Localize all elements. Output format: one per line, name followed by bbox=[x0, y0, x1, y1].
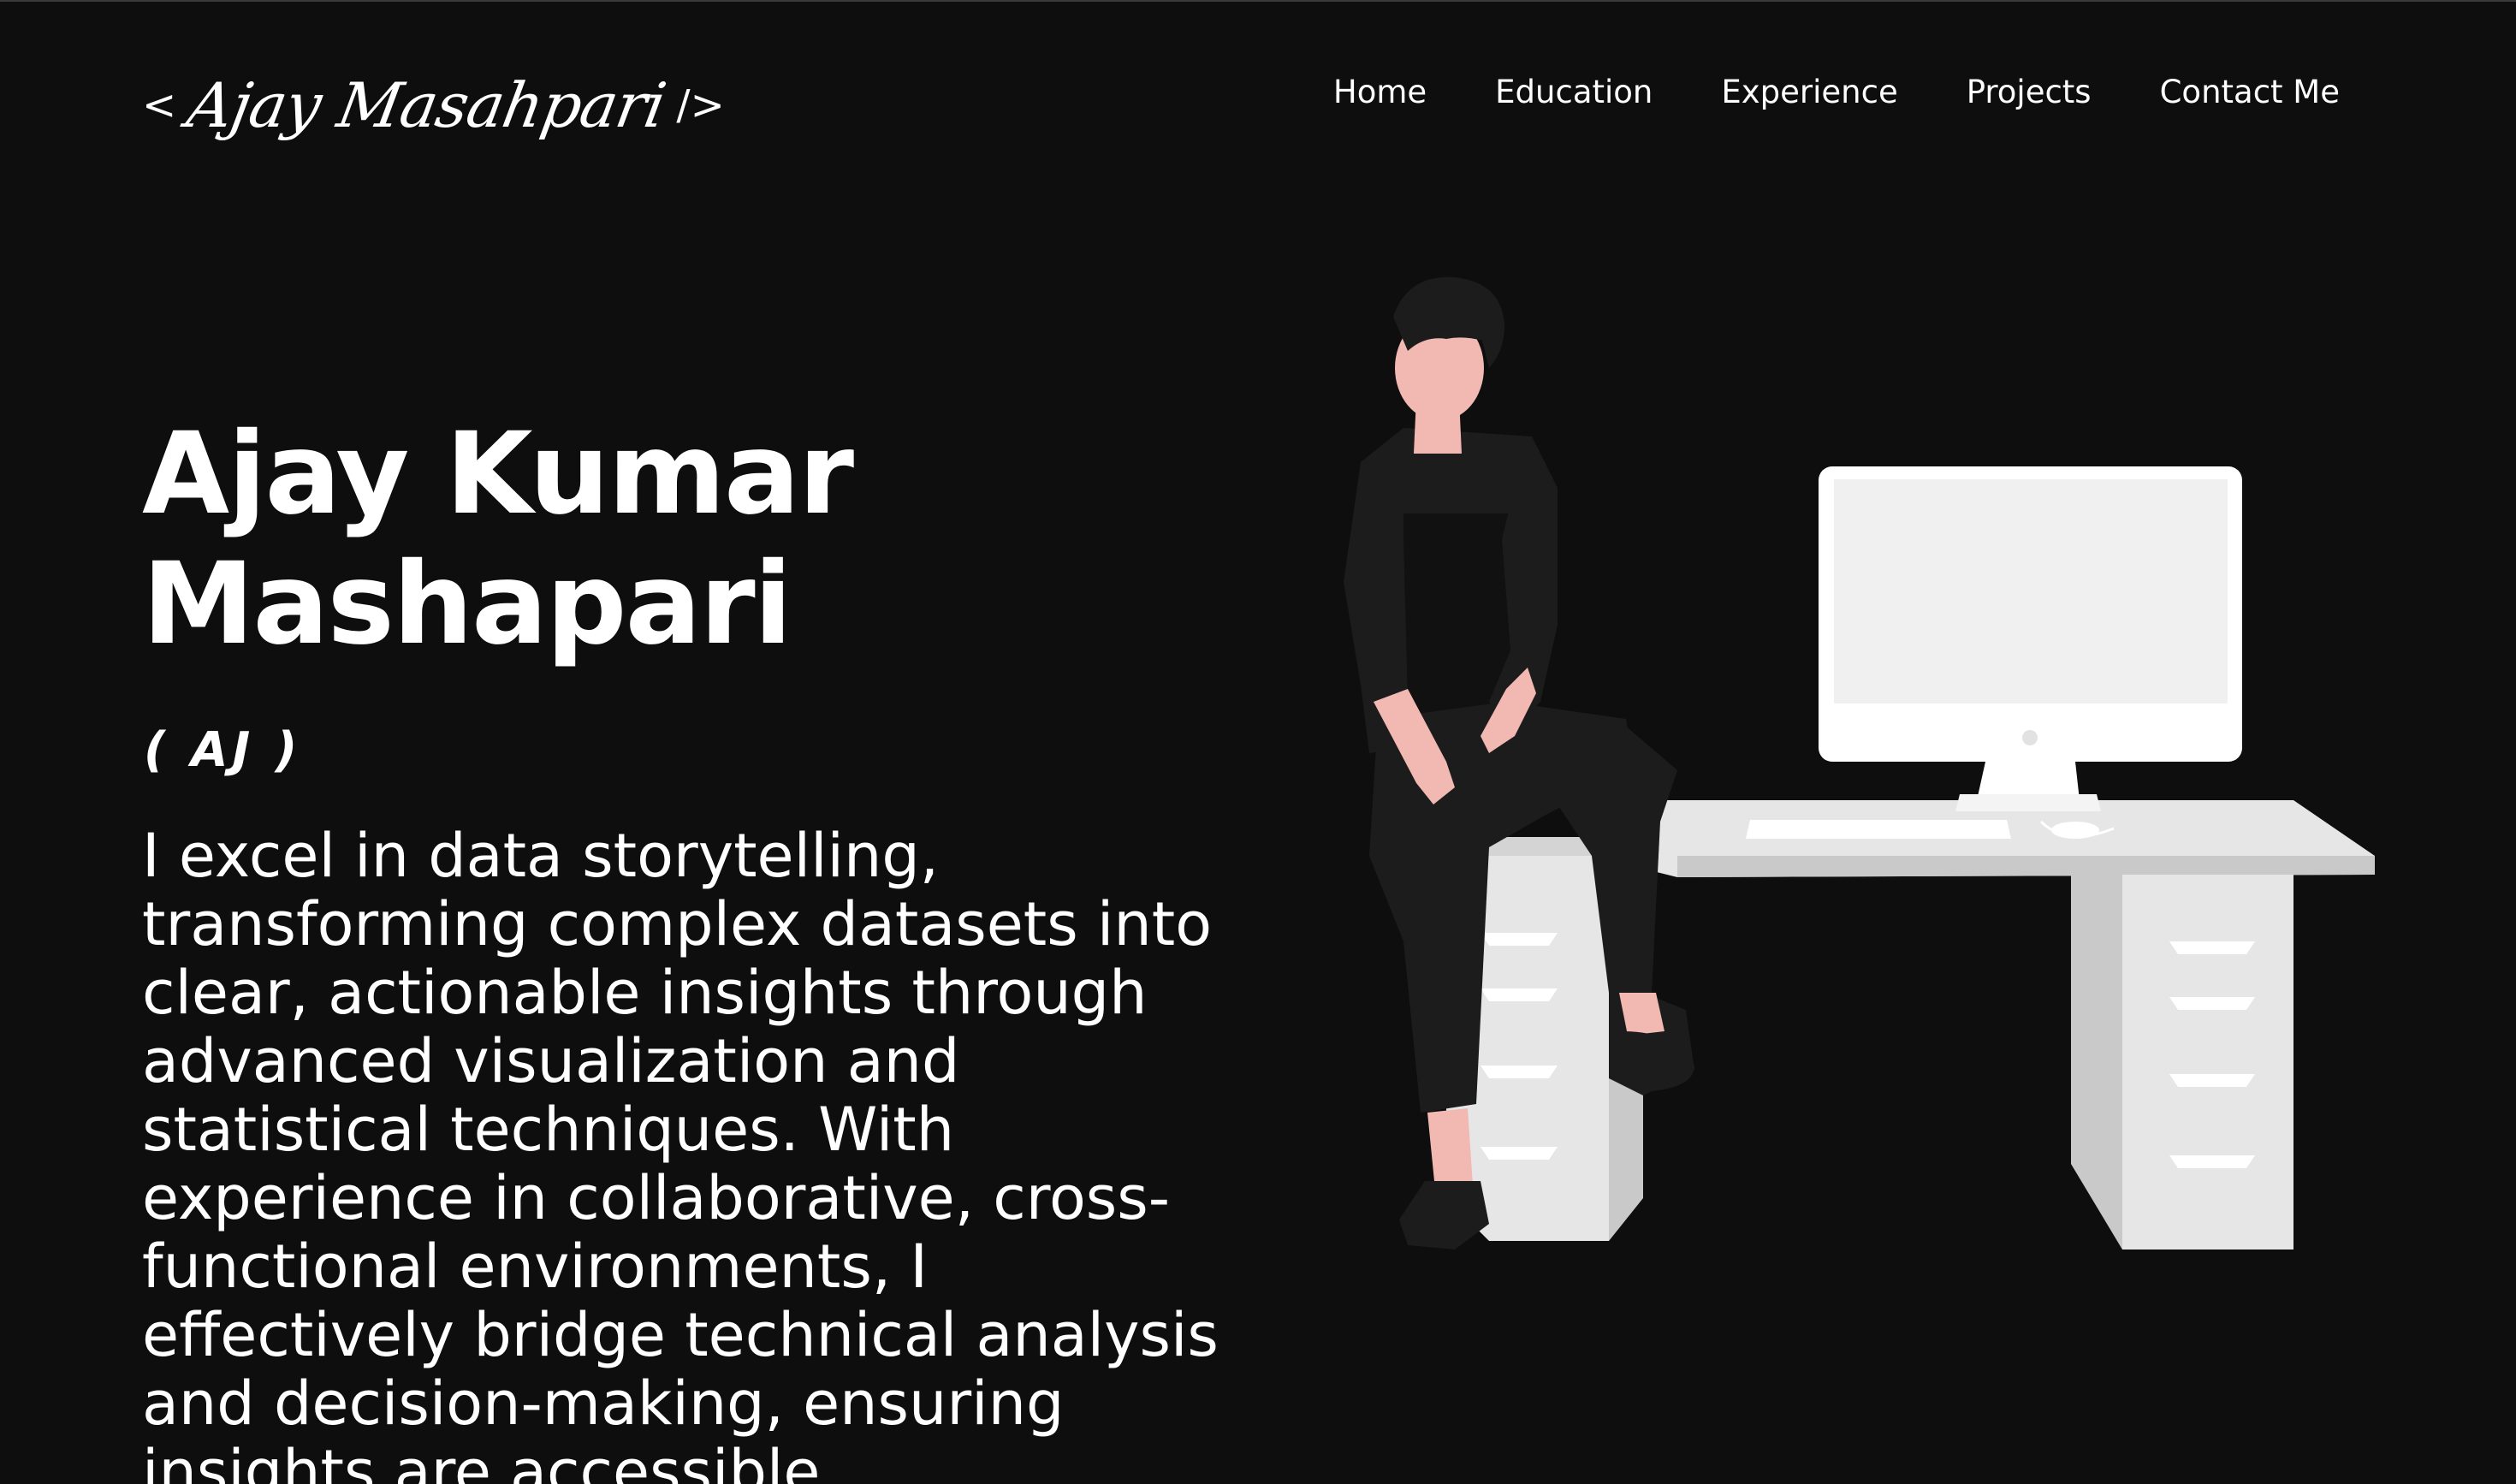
logo-close-bracket: /> bbox=[676, 81, 725, 129]
hero-bio: I excel in data storytelling, transformi… bbox=[142, 821, 1219, 1484]
logo-signature: Ajay Masahpari bbox=[181, 69, 671, 141]
logo-link[interactable]: < Ajay Masahpari /> bbox=[142, 50, 725, 161]
nav-projects[interactable]: Projects bbox=[1967, 67, 2092, 118]
monitor bbox=[1746, 466, 2242, 839]
hero-name-line2: Mashapari bbox=[142, 538, 792, 670]
main-nav: Home Education Experience Projects Conta… bbox=[1333, 67, 2340, 118]
nav-contact-me[interactable]: Contact Me bbox=[2160, 67, 2340, 118]
top-border bbox=[0, 0, 2516, 2]
portfolio-page: < Ajay Masahpari /> Home Education Exper… bbox=[0, 0, 2516, 1484]
nav-home[interactable]: Home bbox=[1333, 67, 1427, 118]
hero-name: Ajay Kumar Mashapari bbox=[142, 409, 1083, 669]
person-at-desk-illustration bbox=[1344, 276, 2375, 1250]
nav-education[interactable]: Education bbox=[1495, 67, 1653, 118]
nav-experience[interactable]: Experience bbox=[1721, 67, 1897, 118]
logo-open-bracket: < bbox=[142, 81, 177, 129]
hero-nickname: ( AJ ) bbox=[144, 722, 302, 778]
hero-name-line1: Ajay Kumar bbox=[142, 408, 854, 540]
desk bbox=[1446, 800, 2375, 1250]
